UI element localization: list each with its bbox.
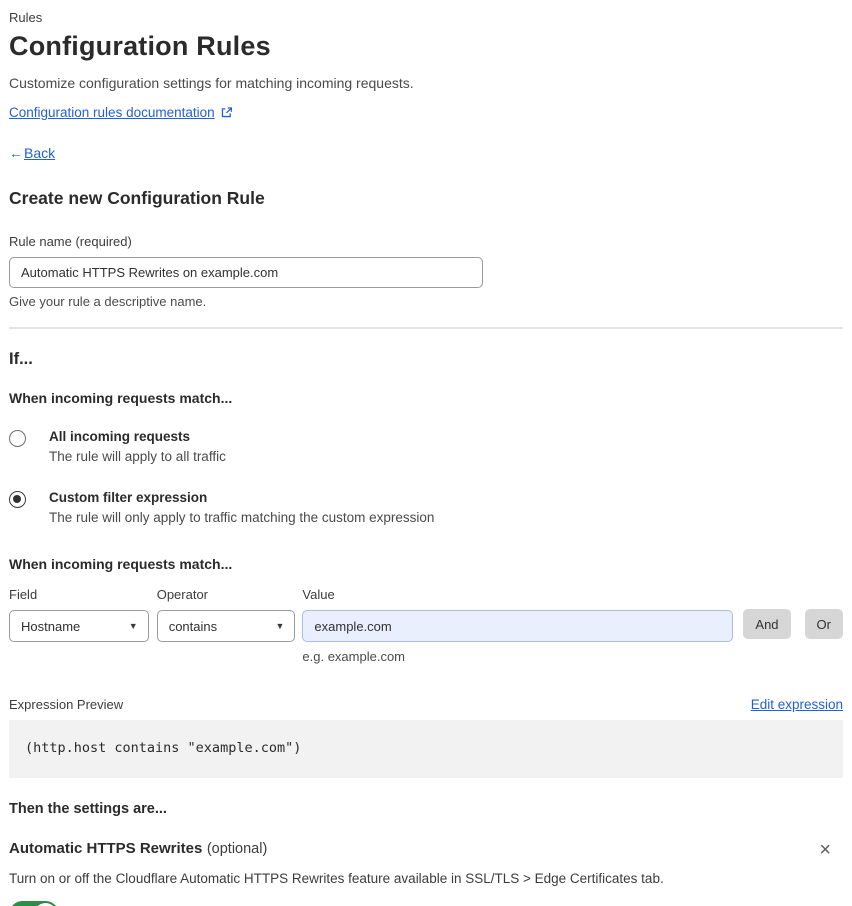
and-button[interactable]: And	[743, 609, 791, 639]
radio-all-requests-description: The rule will apply to all traffic	[49, 449, 226, 464]
value-help-text: e.g. example.com	[302, 649, 406, 664]
documentation-link-row: Configuration rules documentation	[9, 105, 843, 120]
radio-all-requests[interactable]	[9, 430, 26, 447]
rule-name-input[interactable]	[9, 257, 483, 288]
configuration-rules-page: Rules Configuration Rules Customize conf…	[0, 0, 852, 906]
operator-column-label: Operator	[156, 587, 209, 602]
expression-builder-heading: When incoming requests match...	[9, 556, 233, 572]
rule-name-label: Rule name (required)	[9, 234, 132, 249]
radio-option-custom-expression[interactable]: Custom filter expression The rule will o…	[9, 490, 843, 525]
setting-name: Automatic HTTPS Rewrites	[9, 840, 203, 857]
field-select[interactable]: Hostname ▼	[9, 610, 149, 642]
radio-option-all-requests[interactable]: All incoming requests The rule will appl…	[9, 429, 843, 464]
operator-select[interactable]: contains ▼	[156, 610, 296, 642]
documentation-link[interactable]: Configuration rules documentation	[9, 105, 215, 120]
edit-expression-link[interactable]: Edit expression	[751, 697, 843, 712]
create-rule-heading: Create new Configuration Rule	[9, 188, 265, 208]
expression-preview-label: Expression Preview	[9, 697, 124, 712]
setting-header-row: Automatic HTTPS Rewrites (optional) ×	[9, 840, 843, 860]
expression-code: (http.host contains "example.com")	[25, 740, 302, 756]
page-subtitle: Customize configuration settings for mat…	[9, 75, 414, 91]
close-icon[interactable]: ×	[815, 840, 835, 860]
then-settings-heading: Then the settings are...	[9, 801, 167, 817]
if-heading: If...	[9, 350, 33, 368]
expression-preview-box: (http.host contains "example.com")	[9, 720, 843, 778]
or-button[interactable]: Or	[804, 609, 843, 639]
expression-preview-header: Expression Preview Edit expression	[9, 697, 843, 712]
field-column-label: Field	[9, 587, 38, 602]
operator-select-value: contains	[168, 618, 218, 634]
expression-builder-row: Field Hostname ▼ Operator contains ▼ Val…	[9, 587, 843, 664]
section-divider	[9, 327, 843, 329]
chevron-down-icon: ▼	[128, 621, 138, 631]
setting-optional-label: (optional)	[206, 841, 268, 857]
back-row: ←Back	[9, 145, 843, 161]
page-title: Configuration Rules	[9, 31, 271, 61]
rule-name-help: Give your rule a descriptive name.	[9, 294, 207, 309]
radio-all-requests-label[interactable]: All incoming requests	[49, 429, 226, 444]
setting-description: Turn on or off the Cloudflare Automatic …	[9, 871, 664, 886]
external-link-icon	[220, 106, 233, 119]
value-input[interactable]	[302, 610, 734, 642]
match-type-heading: When incoming requests match...	[9, 390, 233, 406]
value-column-label: Value	[302, 587, 335, 602]
breadcrumb: Rules	[9, 10, 43, 25]
radio-custom-expression[interactable]	[9, 491, 26, 508]
back-link[interactable]: Back	[24, 145, 55, 161]
automatic-https-rewrites-toggle[interactable]: ✓	[9, 901, 59, 906]
back-arrow-icon[interactable]: ←	[9, 145, 23, 161]
chevron-down-icon: ▼	[275, 621, 285, 631]
field-select-value: Hostname	[21, 618, 81, 634]
radio-custom-expression-label[interactable]: Custom filter expression	[49, 490, 434, 505]
radio-custom-expression-description: The rule will only apply to traffic matc…	[49, 510, 435, 525]
